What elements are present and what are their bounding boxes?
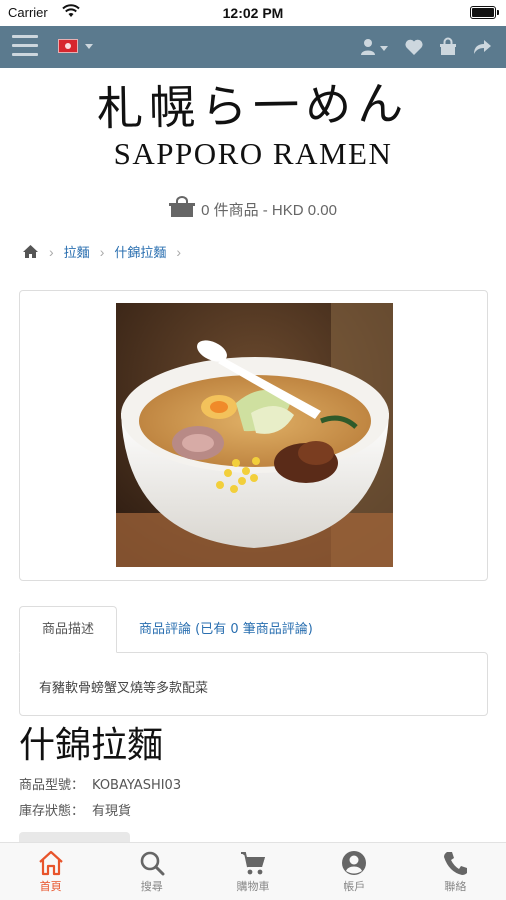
product-stock-row: 庫存狀態： 有現貨 (19, 800, 131, 819)
chevron-down-icon[interactable] (85, 44, 93, 49)
tabbar-label: 帳戶 (343, 880, 366, 893)
logo-english-text: SAPPORO RAMEN (113, 136, 393, 171)
breadcrumb: › 拉麵 › 什錦拉麵 › (22, 242, 191, 261)
home-icon (38, 850, 63, 876)
status-bar: Carrier 12:02 PM (0, 0, 506, 26)
user-icon[interactable] (360, 37, 390, 57)
model-label: 商品型號： (19, 778, 85, 793)
tab-description[interactable]: 商品描述 (19, 606, 117, 653)
tab-content: 有豬軟骨螃蟹叉燒等多款配菜 (19, 652, 488, 716)
clock: 12:02 PM (222, 5, 284, 21)
tabbar-label: 搜尋 (140, 880, 163, 893)
hk-flag-icon[interactable] (58, 39, 78, 53)
tabbar-item-cart[interactable]: 購物車 (202, 843, 303, 900)
account-icon (342, 851, 367, 875)
product-description: 有豬軟骨螃蟹叉燒等多款配菜 (39, 681, 209, 696)
stock-value: 有現貨 (92, 804, 132, 819)
tabbar-item-account[interactable]: 帳戶 (304, 843, 405, 900)
share-icon[interactable] (472, 37, 492, 57)
product-model-row: 商品型號： KOBAYASHI03 (19, 774, 181, 793)
breadcrumb-item-product[interactable]: 什錦拉麵 (114, 242, 166, 261)
logo-japanese-text: 札幌ら一めん (96, 76, 410, 136)
menu-icon[interactable] (12, 35, 38, 59)
bottom-tabbar: 首頁 搜尋 購物車 帳戶 聯絡 (0, 842, 506, 900)
battery-icon (470, 6, 499, 19)
breadcrumb-item-ramen[interactable]: 拉麵 (64, 242, 90, 261)
heart-icon[interactable] (404, 37, 424, 57)
product-photo[interactable] (116, 303, 393, 567)
stock-label: 庫存狀態： (19, 804, 85, 819)
tabbar-item-search[interactable]: 搜尋 (101, 843, 202, 900)
phone-icon (444, 852, 468, 875)
product-tabs: 商品描述 商品評論 (已有 0 筆商品評論) 有豬軟骨螃蟹叉燒等多款配菜 (19, 606, 488, 716)
product-image-panel (19, 290, 488, 581)
cart-summary-text: 0 件商品 - HKD 0.00 (201, 202, 337, 219)
tabbar-label: 聯絡 (444, 880, 467, 893)
home-icon[interactable] (22, 244, 39, 259)
search-icon (140, 851, 165, 876)
tabbar-label: 首頁 (39, 880, 62, 893)
model-value: KOBAYASHI03 (92, 778, 182, 793)
breadcrumb-separator: › (99, 243, 105, 260)
shopping-bag-icon[interactable] (438, 37, 458, 57)
cart-summary[interactable]: 0 件商品 - HKD 0.00 (0, 196, 506, 220)
tabbar-item-home[interactable]: 首頁 (0, 843, 101, 900)
tabbar-label: 購物車 (236, 880, 270, 893)
store-logo[interactable]: 札幌ら一めん SAPPORO RAMEN (20, 70, 486, 178)
top-navbar (0, 26, 506, 68)
tabbar-item-contact[interactable]: 聯絡 (405, 843, 506, 900)
breadcrumb-separator: › (49, 243, 54, 260)
cart-bag-icon (169, 196, 196, 217)
breadcrumb-separator: › (176, 243, 182, 260)
cart-icon (241, 852, 265, 875)
product-title: 什錦拉麵 (19, 725, 164, 766)
tab-reviews[interactable]: 商品評論 (已有 0 筆商品評論) (139, 606, 313, 653)
